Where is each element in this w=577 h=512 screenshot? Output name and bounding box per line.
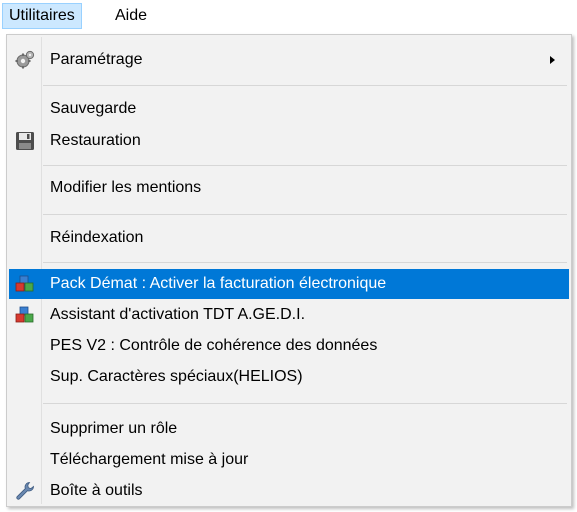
menu-item-supprimer-role[interactable]: Supprimer un rôle: [9, 414, 569, 444]
menu-item-label: Pack Démat : Activer la facturation élec…: [50, 275, 387, 292]
menu-item-telechargement[interactable]: Téléchargement mise à jour: [9, 445, 569, 475]
menu-item-label: Paramétrage: [50, 51, 143, 68]
menu-item-boite-outils[interactable]: Boîte à outils: [9, 476, 569, 506]
menu-item-label: Sup. Caractères spéciaux(HELIOS): [50, 368, 303, 385]
menu-item-label: Réindexation: [50, 229, 144, 246]
wrench-icon: [15, 481, 35, 501]
menu-item-label: Modifier les mentions: [50, 179, 202, 196]
menu-separator: [43, 403, 567, 404]
menu-item-pes-v2[interactable]: PES V2 : Contrôle de cohérence des donné…: [9, 331, 569, 361]
menu-separator: [43, 262, 567, 263]
menu-separator: [43, 165, 567, 166]
menu-item-label: Restauration: [50, 132, 141, 149]
menu-item-label: Supprimer un rôle: [50, 420, 178, 437]
menu-item-label: PES V2 : Contrôle de cohérence des donné…: [50, 337, 378, 354]
menu-item-sauvegarde[interactable]: Sauvegarde: [9, 94, 569, 124]
menu-bar: Utilitaires Aide: [0, 0, 577, 34]
menu-utilitaires[interactable]: Utilitaires: [2, 3, 82, 29]
menu-item-sup-caracteres[interactable]: Sup. Caractères spéciaux(HELIOS): [9, 362, 569, 392]
menu-item-reindexation[interactable]: Réindexation: [9, 223, 569, 253]
menu-item-pack-demat[interactable]: Pack Démat : Activer la facturation élec…: [9, 269, 569, 299]
menu-item-modifier-mentions[interactable]: Modifier les mentions: [9, 173, 569, 203]
menu-separator: [43, 85, 567, 86]
colored-blocks-icon: [15, 305, 35, 325]
menu-item-label: Sauvegarde: [50, 100, 137, 117]
menu-item-label: Boîte à outils: [50, 482, 143, 499]
menu-item-label: Téléchargement mise à jour: [50, 451, 249, 468]
colored-blocks-icon: [15, 274, 35, 294]
menu-item-restauration[interactable]: Restauration: [9, 126, 569, 156]
menu-aide[interactable]: Aide: [109, 3, 153, 29]
floppy-disk-icon: [15, 131, 35, 151]
gears-icon: [15, 50, 35, 70]
menu-item-assistant-activation[interactable]: Assistant d'activation TDT A.GE.D.I.: [9, 300, 569, 330]
menu-item-label: Assistant d'activation TDT A.GE.D.I.: [50, 306, 306, 323]
utilitaires-dropdown: Paramétrage Sauvegarde Restauration Modi…: [6, 34, 572, 507]
menu-separator: [43, 214, 567, 215]
submenu-arrow-icon: [550, 56, 555, 64]
menu-item-parametrage[interactable]: Paramétrage: [9, 45, 569, 75]
